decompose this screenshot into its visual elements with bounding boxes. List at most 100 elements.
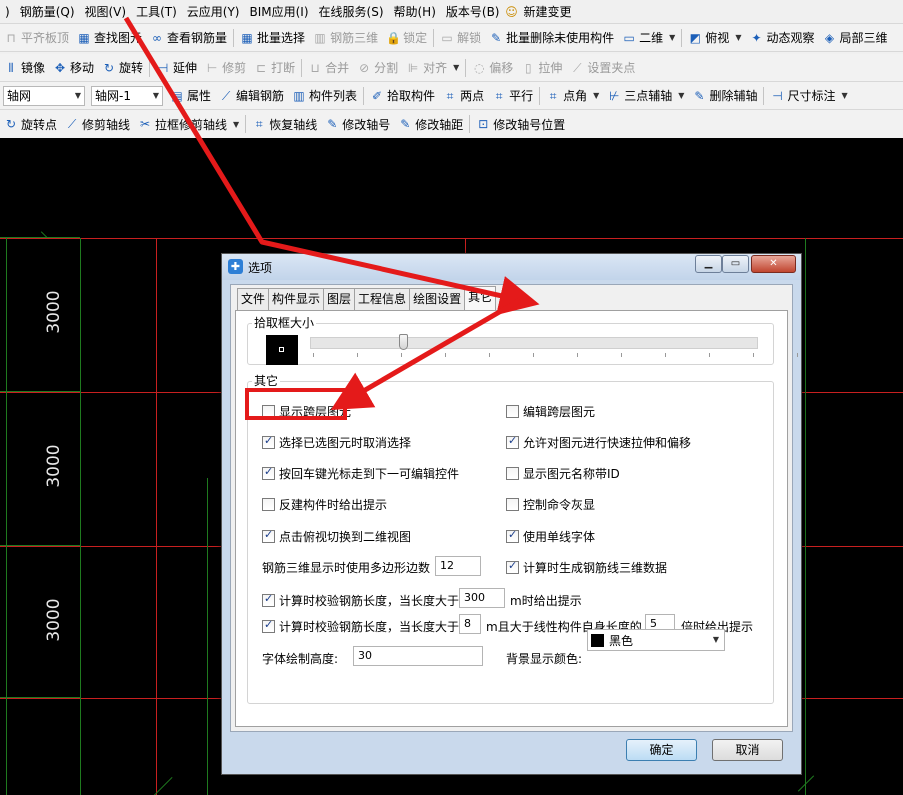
checkbox-gray-commands[interactable]: 控制命令灰显	[506, 496, 595, 513]
toolbar-button[interactable]: 🔒 锁定	[382, 29, 431, 46]
toolbar-row-5: ↻ 旋转点 ⟋ 修剪轴线 ✂ 拉框修剪轴线 ▼ ⌗ 恢复轴线 ✎ 修改轴号 ✎ 修改轴距 ⊡ 修改轴号位置	[0, 110, 903, 138]
checkbox-check-length-2[interactable]: 计算时校验钢筋长度，当长度大于	[262, 618, 459, 635]
minimize-button[interactable]: ▁	[695, 255, 722, 273]
checkbox-show-name-id[interactable]: 显示图元名称带ID	[506, 465, 620, 482]
tab-1[interactable]: 构件显示	[268, 288, 325, 310]
toolbar-button[interactable]: ▤ 属性	[166, 87, 215, 104]
toolbar-button[interactable]: ⌗ 两点	[439, 87, 488, 104]
toolbar-button[interactable]: ⊡ 修改轴号位置	[472, 116, 569, 133]
cancel-button[interactable]: 取消	[712, 739, 783, 761]
toolbar-button[interactable]: ↻ 旋转点	[0, 116, 61, 133]
menu-item[interactable]: 钢筋量(Q)	[15, 3, 80, 20]
toolbar-button[interactable]: ◌ 偏移	[468, 59, 517, 76]
other-group-title: 其它	[252, 373, 281, 389]
toolbar-button[interactable]: ⊬ 三点辅轴 ▼	[603, 87, 688, 104]
toolbar-button[interactable]: ⊣ 延伸	[152, 59, 201, 76]
toolbar-button[interactable]: ⊏ 打断	[250, 59, 299, 76]
toolbar-button[interactable]: ⌗ 恢复轴线	[248, 116, 321, 133]
menu-item[interactable]: 版本号(B)	[441, 3, 505, 20]
checkbox-reverse-build-prompt[interactable]: 反建构件时给出提示	[262, 496, 387, 513]
toolbar-button[interactable]: ⊢ 修剪	[201, 59, 250, 76]
pick-size-slider[interactable]	[310, 334, 758, 350]
toolbar-button[interactable]: ⊔ 合并	[304, 59, 353, 76]
checkbox-single-line-font[interactable]: 使用单线字体	[506, 528, 595, 545]
font-height-input[interactable]: 30	[353, 646, 483, 666]
toolbar-button[interactable]: ⫴ 镜像	[0, 59, 49, 76]
checkbox-enter-next-control[interactable]: 按回车键光标走到下一可编辑控件	[262, 465, 459, 482]
toolbar-button[interactable]: ▦ 查找图元	[73, 29, 146, 46]
color-swatch	[591, 633, 604, 647]
checkbox-edit-cross-layer[interactable]: 编辑跨层图元	[506, 403, 595, 420]
checkbox-quick-stretch[interactable]: 允许对图元进行快速拉伸和偏移	[506, 434, 691, 451]
toolbar-button[interactable]: ✎ 批量删除未使用构件	[485, 29, 618, 46]
toolbar-button[interactable]: ◩ 俯视 ▼	[684, 29, 745, 46]
maximize-icon: ▭	[730, 258, 741, 269]
menu-item[interactable]: 工具(T)	[131, 3, 182, 20]
toolbar-button[interactable]: ∞ 查看钢筋量	[146, 29, 231, 46]
toolbar-button[interactable]: ▭ 二维 ▼	[618, 29, 679, 46]
toolbar-button[interactable]: ▦ 批量选择	[236, 29, 309, 46]
toolbar-button[interactable]: ↻ 旋转	[98, 59, 147, 76]
length-limit2-input[interactable]: 8	[459, 614, 481, 634]
menu-item[interactable]: 云应用(Y)	[182, 3, 245, 20]
toolbar-button[interactable]: ✦ 动态观察	[745, 29, 818, 46]
toolbar-button[interactable]: ▭ 解锁	[436, 29, 485, 46]
toolbar-button[interactable]: ✎ 修改轴距	[394, 116, 467, 133]
layer-type-combo[interactable]: 轴网 ▼	[3, 85, 85, 106]
toolbar-button-label: 构件列表	[309, 89, 358, 103]
toolbar-button[interactable]: ⟋ 编辑钢筋	[215, 87, 288, 104]
checkbox-topview-2d[interactable]: 点击俯视切换到二维视图	[262, 528, 411, 545]
length-limit-input[interactable]: 300	[459, 588, 505, 608]
tab-0[interactable]: 文件	[237, 288, 270, 310]
ok-button[interactable]: 确定	[626, 739, 697, 761]
checkbox-check-length-1[interactable]: 计算时校验钢筋长度，当长度大于	[262, 592, 459, 609]
component-combo[interactable]: 轴网-1 ▼	[91, 85, 163, 106]
toolbar-button[interactable]: ⊓ 平齐板顶	[0, 29, 73, 46]
menu-item[interactable]: 帮助(H)	[389, 3, 441, 20]
maximize-button[interactable]: ▭	[722, 255, 749, 273]
toolbar-button[interactable]: ✐ 拾取构件	[366, 87, 439, 104]
menu-item[interactable]: 在线服务(S)	[314, 3, 389, 20]
avatar-icon[interactable]: ☺	[505, 5, 519, 19]
tab-panel-other: 拾取框大小 其它 显示跨层图元 编辑跨层图元 选择已选图元时取消选择 允许对图元…	[235, 310, 798, 727]
tab-2[interactable]: 图层	[323, 288, 356, 310]
tab-3[interactable]: 工程信息	[354, 288, 411, 310]
toolbar-button-label: 修改轴号位置	[493, 117, 566, 132]
toolbar-button[interactable]: ▥ 钢筋三维	[309, 29, 382, 46]
toolbar-button[interactable]: ▯ 拉伸	[517, 59, 566, 76]
menu-item[interactable]: 新建变更	[519, 3, 577, 20]
tool-icon: ⌗	[495, 88, 503, 103]
toolbar-button[interactable]: ⊣ 尺寸标注 ▼	[766, 87, 851, 104]
checkbox-rebar-3d-data[interactable]: 计算时生成钢筋线三维数据	[506, 559, 667, 576]
toolbar-button[interactable]: ✥ 移动	[49, 59, 98, 76]
toolbar-button[interactable]: ▥ 构件列表	[288, 87, 361, 104]
polygon-edges-input[interactable]: 12	[435, 556, 481, 576]
tab-4[interactable]: 绘图设置	[409, 288, 466, 310]
tab-5[interactable]: 其它	[464, 286, 497, 310]
bg-color-select[interactable]: 黑色 ▼	[587, 629, 725, 651]
toolbar-button-label: 偏移	[489, 61, 514, 75]
toolbar-button[interactable]: ⊘ 分割	[353, 59, 402, 76]
font-height-label: 字体绘制高度:	[262, 652, 339, 666]
toolbar-row-4: 轴网 ▼ 轴网-1 ▼ ▤ 属性 ⟋ 编辑钢筋 ▥ 构件列表 ✐ 拾取构件 ⌗ 两点 ⌗ 平行 ⌗ 点角 ▼ ⊬ 三…	[0, 82, 903, 110]
toolbar-button[interactable]: ⌗ 点角 ▼	[542, 87, 603, 104]
close-button[interactable]: ✕	[751, 255, 796, 273]
toolbar-button[interactable]: ✂ 拉框修剪轴线 ▼	[134, 116, 243, 133]
toolbar-button[interactable]: ⊫ 对齐 ▼	[402, 59, 463, 76]
menu-item[interactable]: 视图(V)	[80, 3, 132, 20]
menu-item[interactable]: BIM应用(I)	[244, 3, 313, 20]
dialog-title-bar[interactable]: ✚ 选项 ▁ ▭ ✕	[222, 254, 801, 280]
toolbar-button[interactable]: ✎ 修改轴号	[321, 116, 394, 133]
toolbar-button[interactable]: ◈ 局部三维	[818, 29, 891, 46]
toolbar-button[interactable]: ⌗ 平行	[488, 87, 537, 104]
toolbar-button[interactable]: ⟋ 设置夹点	[566, 59, 639, 76]
tool-icon: ⊡	[478, 117, 489, 131]
grid-line	[0, 697, 80, 698]
checkbox-deselect-selected[interactable]: 选择已选图元时取消选择	[262, 434, 411, 451]
toolbar-button[interactable]: ✎ 删除辅轴	[688, 87, 761, 104]
toolbar-button-label: 删除辅轴	[709, 89, 758, 103]
slider-thumb[interactable]	[399, 334, 408, 350]
menu-item[interactable]: )	[0, 5, 15, 19]
chevron-down-icon: ▼	[678, 91, 685, 100]
toolbar-button[interactable]: ⟋ 修剪轴线	[61, 116, 134, 133]
